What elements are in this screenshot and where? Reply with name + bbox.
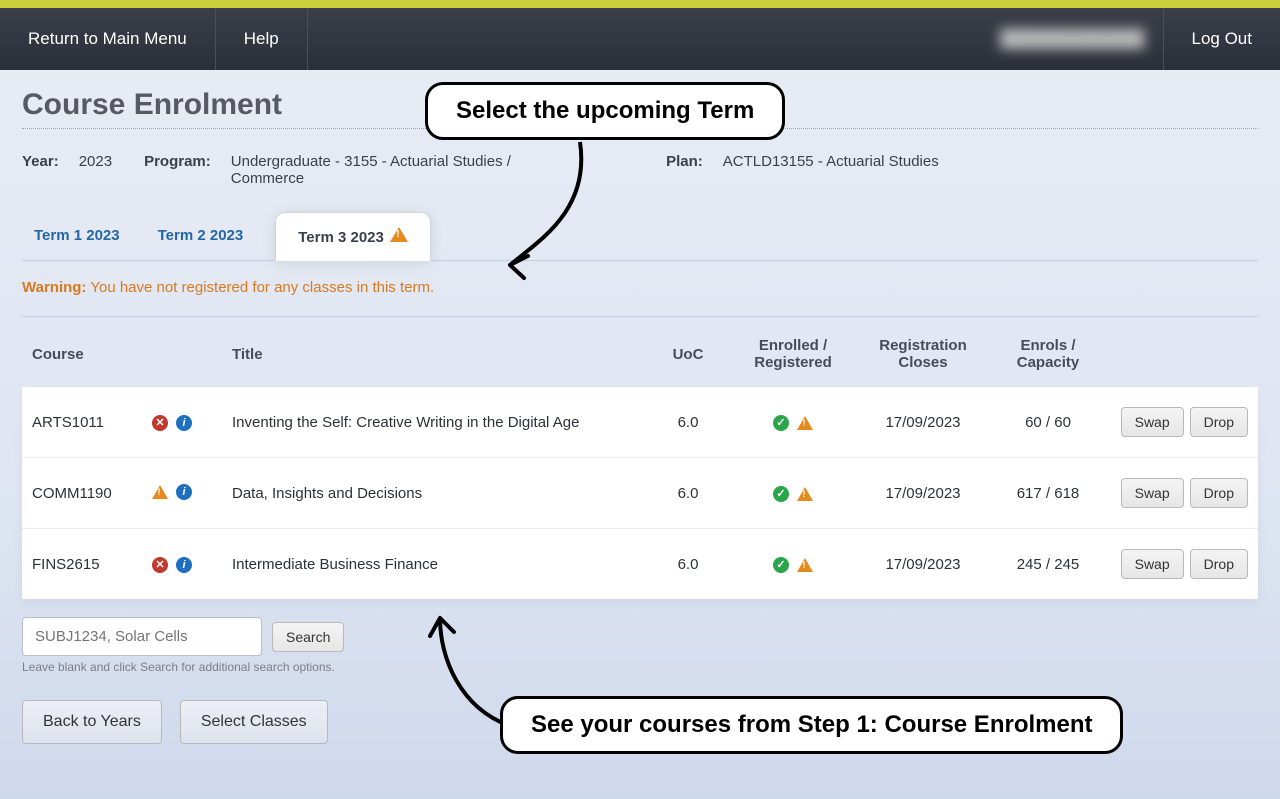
- course-code: FINS2615: [22, 529, 142, 600]
- warning-icon: [797, 558, 813, 572]
- select-classes-button[interactable]: Select Classes: [180, 700, 328, 744]
- year-label: Year:: [22, 153, 59, 187]
- callout-see-courses: See your courses from Step 1: Course Enr…: [500, 696, 1123, 754]
- table-row: FINS2615 ✕ i Intermediate Business Finance6…: [22, 529, 1258, 600]
- drop-button[interactable]: Drop: [1190, 478, 1248, 508]
- term-tab-0[interactable]: Term 1 2023: [28, 213, 126, 258]
- user-name-blurred: ████████████: [982, 8, 1163, 70]
- uoc-value: 6.0: [648, 387, 728, 458]
- help-link[interactable]: Help: [216, 8, 308, 70]
- swap-button[interactable]: Swap: [1121, 478, 1184, 508]
- course-code: COMM1190: [22, 458, 142, 529]
- arrow-to-tab-icon: [480, 130, 620, 290]
- accent-bar: [0, 0, 1280, 8]
- capacity-value: 245 / 245: [988, 529, 1108, 600]
- top-nav: Return to Main Menu Help ████████████ Lo…: [0, 8, 1280, 70]
- course-title: Inventing the Self: Creative Writing in …: [222, 387, 648, 458]
- info-icon[interactable]: i: [176, 484, 192, 500]
- logout-link[interactable]: Log Out: [1163, 8, 1280, 70]
- search-hint: Leave blank and click Search for additio…: [22, 660, 1258, 692]
- col-reg-closes: Registration Closes: [858, 317, 988, 388]
- col-uoc: UoC: [648, 317, 728, 388]
- plan-value: ACTLD13155 - Actuarial Studies: [723, 153, 939, 187]
- col-enrolled: Enrolled / Registered: [728, 317, 858, 388]
- capacity-value: 617 / 618: [988, 458, 1108, 529]
- callout-select-term: Select the upcoming Term: [425, 82, 785, 140]
- reg-closes-value: 17/09/2023: [858, 387, 988, 458]
- info-icon[interactable]: i: [176, 415, 192, 431]
- reg-closes-value: 17/09/2023: [858, 458, 988, 529]
- course-title: Data, Insights and Decisions: [222, 458, 648, 529]
- uoc-value: 6.0: [648, 458, 728, 529]
- info-icon[interactable]: i: [176, 557, 192, 573]
- table-row: ARTS1011 ✕ i Inventing the Self: Creative W…: [22, 387, 1258, 458]
- col-title: Title: [222, 317, 648, 388]
- warning-message: Warning: You have not registered for any…: [22, 261, 1258, 304]
- plan-label: Plan:: [666, 153, 703, 187]
- warning-icon: [797, 416, 813, 430]
- swap-button[interactable]: Swap: [1121, 407, 1184, 437]
- col-course: Course: [22, 317, 142, 388]
- uoc-value: 6.0: [648, 529, 728, 600]
- program-label: Program:: [144, 153, 211, 187]
- check-icon: ✓: [773, 557, 789, 573]
- warning-icon: [152, 485, 168, 499]
- term-tab-1[interactable]: Term 2 2023: [152, 213, 250, 258]
- error-icon: ✕: [152, 415, 168, 431]
- drop-button[interactable]: Drop: [1190, 407, 1248, 437]
- drop-button[interactable]: Drop: [1190, 549, 1248, 579]
- year-value: 2023: [79, 153, 112, 187]
- error-icon: ✕: [152, 557, 168, 573]
- warning-icon: [797, 487, 813, 501]
- swap-button[interactable]: Swap: [1121, 549, 1184, 579]
- check-icon: ✓: [773, 415, 789, 431]
- context-info-row: Year: 2023 Program: Undergraduate - 3155…: [22, 129, 1258, 205]
- course-search-input[interactable]: [22, 617, 262, 656]
- course-title: Intermediate Business Finance: [222, 529, 648, 600]
- term-tabs: Term 1 2023 Term 2 2023 Term 3 2023: [22, 205, 1258, 261]
- check-icon: ✓: [773, 486, 789, 502]
- return-main-menu[interactable]: Return to Main Menu: [0, 8, 216, 70]
- term-tab-2[interactable]: Term 3 2023: [275, 212, 431, 261]
- course-code: ARTS1011: [22, 387, 142, 458]
- back-to-years-button[interactable]: Back to Years: [22, 700, 162, 744]
- warning-icon: [390, 227, 408, 242]
- course-table: Course Title UoC Enrolled / Registered R…: [22, 316, 1258, 599]
- col-capacity: Enrols / Capacity: [988, 317, 1108, 388]
- table-row: COMM1190 i Data, Insights and Decisions6.0…: [22, 458, 1258, 529]
- search-button[interactable]: Search: [272, 622, 344, 652]
- capacity-value: 60 / 60: [988, 387, 1108, 458]
- reg-closes-value: 17/09/2023: [858, 529, 988, 600]
